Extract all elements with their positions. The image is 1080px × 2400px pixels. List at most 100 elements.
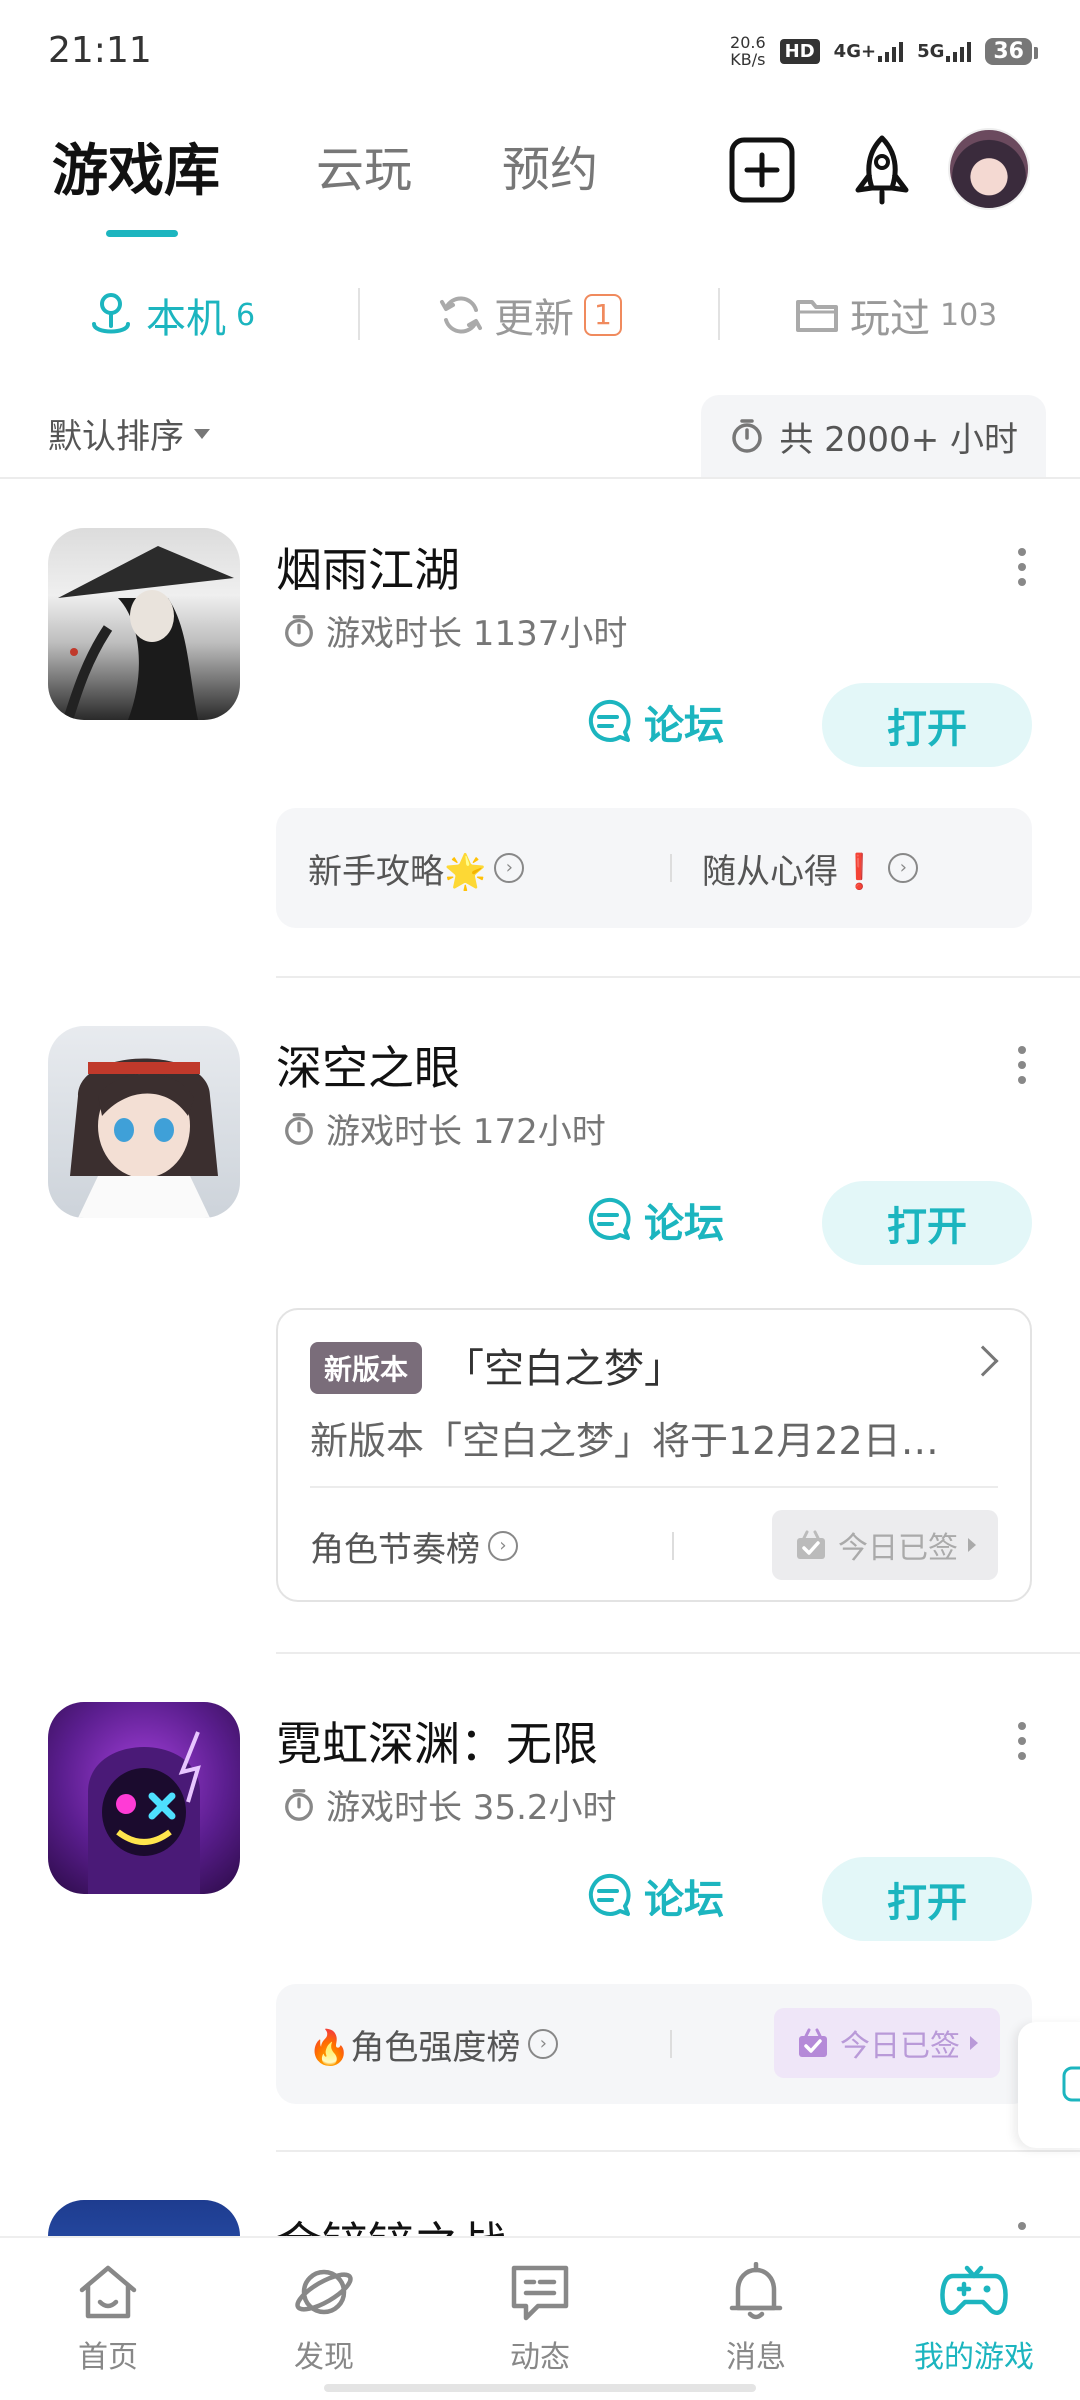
panel-divider [670,2030,672,2058]
stopwatch-icon [285,614,313,647]
user-avatar[interactable] [948,128,1030,210]
folder-icon [796,300,838,332]
more-options-button[interactable] [1016,2222,1028,2230]
played-count: 103 [940,297,998,333]
more-options-button[interactable] [1016,1046,1028,1084]
tab-reservation[interactable]: 预约 [502,130,598,200]
game-icon[interactable] [48,1702,240,1894]
bottom-nav: 首页 发现 动态 消息 我的游戏 [0,2236,1080,2400]
tab-underline [106,230,178,237]
battery-icon: 36 [985,37,1038,65]
home-icon [79,2265,137,2319]
signal-4g-icon: 4G+ [834,40,904,62]
forum-button[interactable]: 论坛 [584,693,724,751]
open-game-button[interactable]: 打开 [822,683,1032,767]
nav-messages[interactable]: 消息 [696,2262,816,2376]
game-name[interactable]: 深空之眼 [276,1032,460,1098]
stopwatch-icon [732,419,763,453]
sort-dropdown[interactable]: 默认排序 [48,409,210,458]
arrow-right-icon: › [528,2029,559,2059]
guide-panel: 新手攻略🌟 › 随从心得❗ › [276,808,1032,928]
accelerate-button[interactable] [842,130,922,210]
plus-square-icon [729,137,795,203]
divider [276,1652,1080,1654]
divider [310,1486,998,1488]
rank-link[interactable]: 角色节奏榜 › [310,1506,518,1586]
status-time: 21:11 [48,30,152,71]
play-time: 游戏时长 1137小时 [282,606,627,655]
caret-down-icon [194,428,210,439]
nav-my-games[interactable]: 我的游戏 [894,2262,1054,2376]
divider [276,2150,1080,2152]
network-speed: 20.6 KB/s [730,33,766,69]
game-icon[interactable] [48,2200,240,2236]
panel-divider [670,854,672,882]
open-game-button[interactable]: 打开 [822,1181,1032,1265]
chevron-right-icon [967,1345,999,1377]
forum-icon [588,699,631,742]
status-icons: 20.6 KB/s HD 4G+ 5G 36 [730,33,1038,69]
guide-panel: 🔥角色强度榜 › 今日已签 [276,1984,1032,2104]
tab-game-library[interactable]: 游戏库 [52,126,220,207]
gamepad-icon [940,2265,1008,2316]
sub-tabs: 本机 6 更新 1 玩过 103 [0,270,1080,360]
version-tag: 新版本 [310,1342,423,1394]
divider [0,477,1080,479]
rank-link[interactable]: 🔥角色强度榜 › [308,1984,559,2104]
play-time: 游戏时长 172小时 [282,1104,606,1153]
forum-button[interactable]: 论坛 [584,1867,724,1925]
guide-link-follower[interactable]: 随从心得❗ › [702,808,919,928]
local-count: 6 [236,297,256,333]
version-description: 新版本「空白之梦」将于12月22日… [310,1419,939,1463]
update-count-badge: 1 [584,294,622,336]
arrow-right-icon: › [888,853,919,883]
add-game-button[interactable] [722,130,802,210]
subtab-divider [358,288,360,340]
signin-button[interactable]: 今日已签 [774,2008,1000,2078]
game-icon[interactable] [48,1026,240,1218]
arrow-right-icon: › [488,1531,518,1561]
version-title: 「空白之梦」 [444,1346,684,1392]
game-icon[interactable] [48,528,240,720]
panel-divider [672,1532,674,1560]
rocket-icon [855,135,909,205]
nav-home[interactable]: 首页 [48,2262,168,2376]
nav-discover[interactable]: 发现 [264,2262,384,2376]
subtab-played[interactable]: 玩过 103 [794,286,997,344]
subtab-local[interactable]: 本机 6 [86,286,255,344]
stopwatch-icon [285,1788,313,1821]
open-game-button[interactable]: 打开 [822,1857,1032,1941]
game-name[interactable]: 金铲铲之战 [276,2208,506,2236]
top-tabs: 游戏库 云玩 预约 [0,120,1080,240]
gift-check-icon [799,2028,827,2057]
map-pin-icon [92,293,130,334]
signal-5g-icon: 5G [917,40,972,62]
signin-button[interactable]: 今日已签 [772,1510,998,1580]
arrow-right-icon: › [494,853,525,883]
subtab-update[interactable]: 更新 1 [438,286,622,344]
forum-button[interactable]: 论坛 [584,1191,724,1249]
sort-row: 默认排序 共 2000+ 小时 [0,395,1080,480]
hd-icon: HD [779,38,820,64]
tab-cloud-play[interactable]: 云玩 [316,130,412,200]
home-indicator [324,2384,756,2392]
forum-icon [588,1197,631,1240]
more-options-button[interactable] [1016,548,1028,586]
play-time: 游戏时长 35.2小时 [282,1780,617,1829]
triangle-right-icon [970,2036,978,2050]
total-playtime: 共 2000+ 小时 [701,395,1046,477]
forum-icon [588,1873,631,1916]
nav-feed[interactable]: 动态 [480,2262,600,2376]
gift-check-icon [797,1530,825,1559]
stopwatch-icon [285,1112,313,1145]
refresh-icon [440,296,482,334]
game-name[interactable]: 烟雨江湖 [276,534,460,600]
version-card[interactable]: 新版本 「空白之梦」 新版本「空白之梦」将于12月22日… 角色节奏榜 › 今日… [276,1308,1032,1602]
status-bar: 21:11 20.6 KB/s HD 4G+ 5G 36 [0,0,1080,100]
guide-link-newbie[interactable]: 新手攻略🌟 › [308,808,525,928]
floating-download-button[interactable] [1018,2022,1080,2148]
subtab-divider [718,288,720,340]
more-options-button[interactable] [1016,1722,1028,1760]
game-name[interactable]: 霓虹深渊：无限 [276,1708,598,1774]
planet-icon [295,2269,353,2315]
